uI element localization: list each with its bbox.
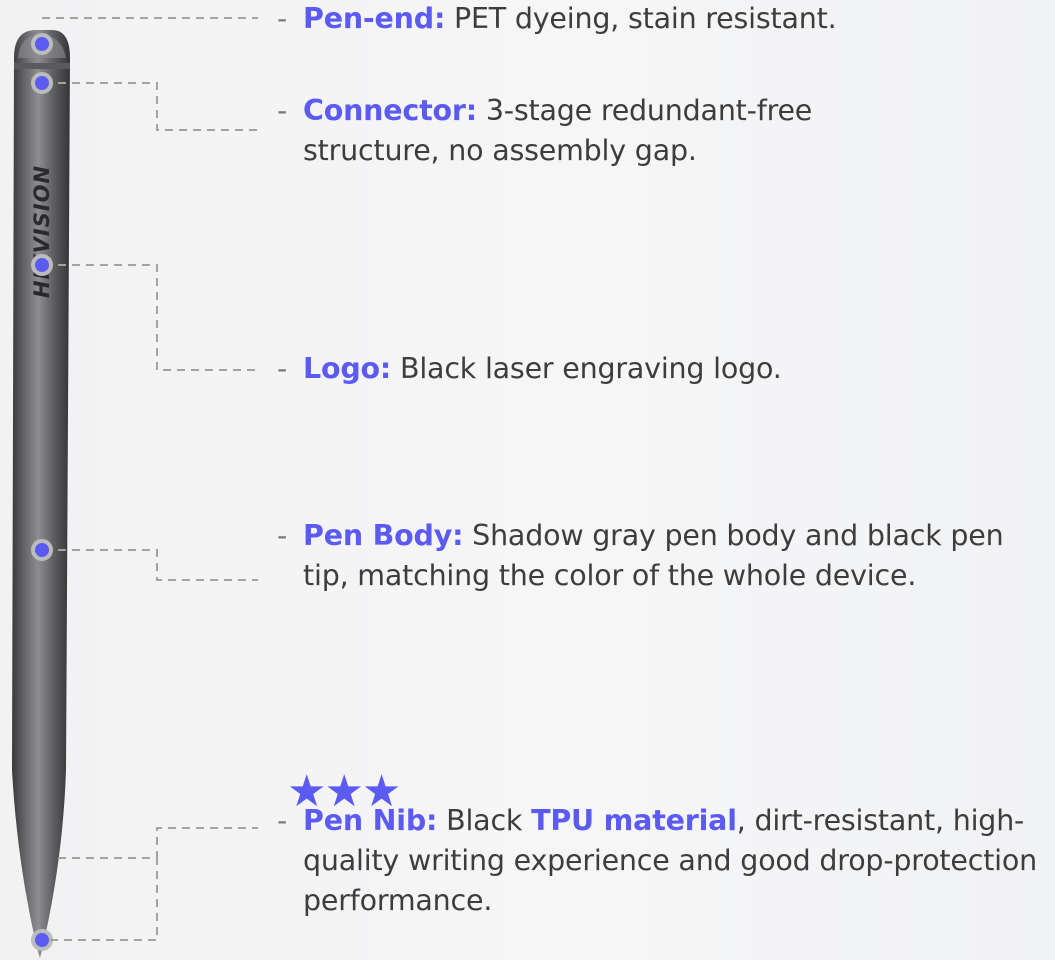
feature-label: Pen Body: bbox=[303, 519, 464, 552]
feature-text-before: Black bbox=[446, 804, 523, 837]
feature-pen-end: - Pen-end: PET dyeing, stain resistant. bbox=[277, 0, 837, 39]
feature-pen-body: - Pen Body: Shadow gray pen body and bla… bbox=[277, 516, 1028, 596]
feature-label: Logo: bbox=[303, 352, 392, 385]
bullet-dash: - bbox=[277, 352, 288, 385]
feature-label: Connector: bbox=[303, 94, 477, 127]
marker-nib bbox=[31, 929, 53, 951]
pen-logo-text: HIKVISION bbox=[30, 165, 54, 298]
feature-highlight: TPU material bbox=[531, 804, 737, 837]
marker-body bbox=[31, 539, 53, 561]
leader-line-nib bbox=[58, 827, 258, 859]
feature-logo: - Logo: Black laser engraving logo. bbox=[277, 349, 782, 389]
feature-label: Pen Nib: bbox=[303, 804, 438, 837]
bullet-dash: - bbox=[277, 519, 288, 552]
marker-connector bbox=[31, 72, 53, 94]
marker-logo bbox=[31, 254, 53, 276]
feature-connector: - Connector: 3-stage redundant-free stru… bbox=[277, 91, 967, 171]
connector-ring bbox=[14, 63, 70, 69]
leader-line-nib-bottom bbox=[50, 858, 158, 941]
bullet-dash: - bbox=[277, 2, 288, 35]
leader-lines bbox=[42, 17, 258, 859]
feature-text: Black laser engraving logo. bbox=[399, 352, 782, 385]
feature-pen-nib: - Pen Nib: Black TPU material, dirt-resi… bbox=[277, 801, 1055, 921]
leader-line-connector bbox=[58, 82, 258, 131]
feature-text: PET dyeing, stain resistant. bbox=[454, 2, 837, 35]
bullet-dash: - bbox=[277, 804, 288, 837]
leader-line-body bbox=[58, 549, 258, 581]
marker-pen-end bbox=[31, 33, 53, 55]
feature-label: Pen-end: bbox=[303, 2, 446, 35]
bullet-dash: - bbox=[277, 94, 288, 127]
leader-line-logo bbox=[58, 264, 258, 371]
